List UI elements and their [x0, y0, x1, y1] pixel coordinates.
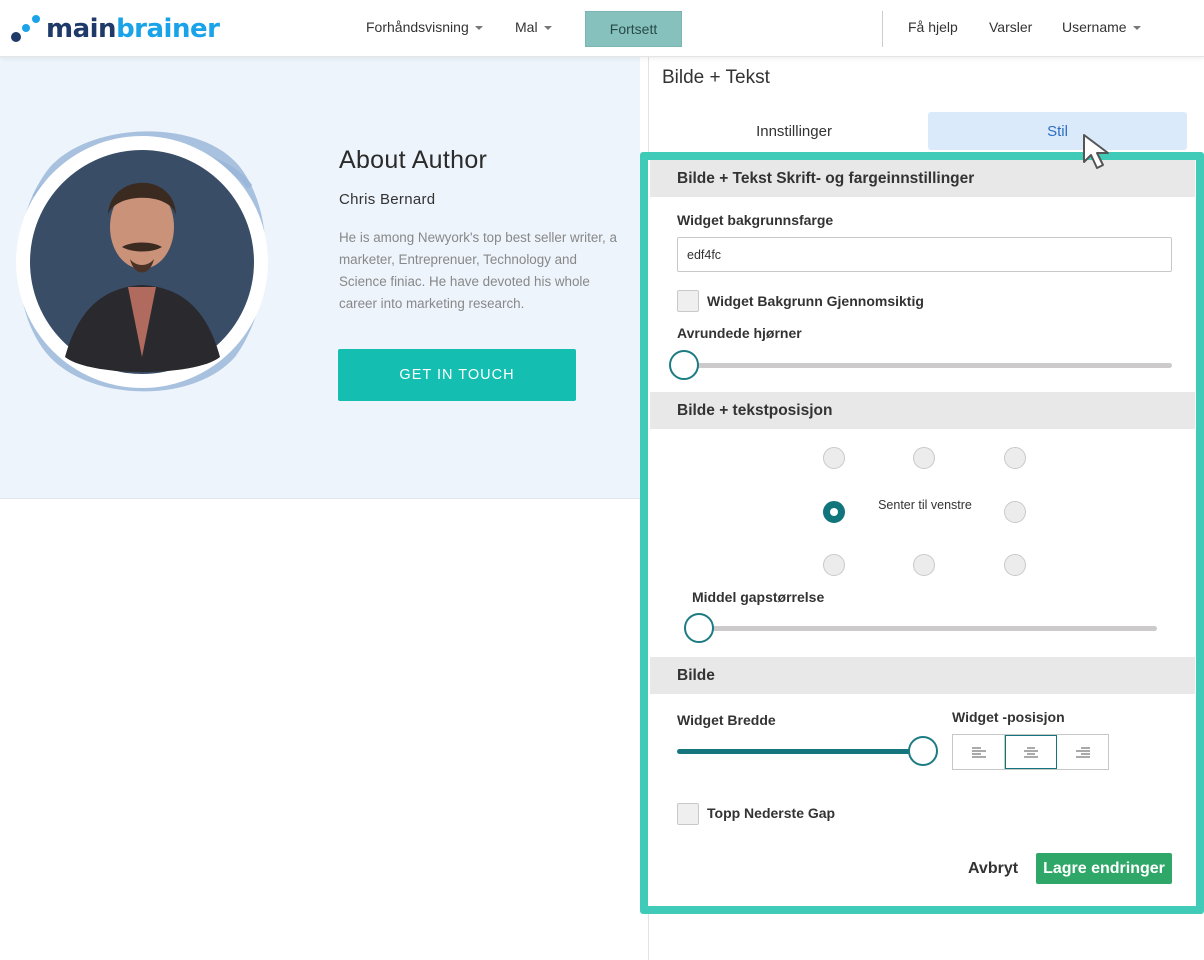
position-top-left-radio[interactable] — [823, 447, 845, 469]
section-position-heading: Bilde + tekstposisjon — [650, 392, 1195, 429]
rounded-corners-slider-handle[interactable] — [669, 350, 699, 380]
transparent-bg-checkbox[interactable] — [677, 290, 699, 312]
nav-divider — [882, 11, 883, 47]
widget-width-label: Widget Bredde — [677, 712, 776, 728]
align-left-button[interactable] — [953, 735, 1005, 769]
align-center-icon — [1023, 747, 1038, 758]
widget-position-label: Widget -posisjon — [952, 709, 1065, 725]
alerts-link[interactable]: Varsler — [989, 19, 1032, 35]
mouse-pointer-icon — [1083, 134, 1109, 169]
top-navigation-bar: mainbrainer Forhåndsvisning Mal Fortsett… — [0, 0, 1204, 57]
top-bottom-gap-checkbox[interactable] — [677, 803, 699, 825]
rounded-corners-label: Avrundede hjørner — [677, 325, 802, 341]
widget-width-slider[interactable] — [677, 749, 923, 754]
position-bottom-right-radio[interactable] — [1004, 554, 1026, 576]
rounded-corners-slider[interactable] — [683, 363, 1172, 368]
bg-color-label: Widget bakgrunnsfarge — [677, 212, 834, 228]
nav-preview-dropdown[interactable]: Forhåndsvisning — [366, 19, 483, 35]
section-image-heading: Bilde — [650, 657, 1195, 694]
top-bottom-gap-label: Topp Nederste Gap — [707, 805, 836, 821]
align-right-icon — [1075, 747, 1090, 758]
panel-title: Bilde + Tekst — [662, 67, 770, 88]
save-changes-button[interactable]: Lagre endringer — [1036, 853, 1172, 884]
widget-position-group — [952, 734, 1109, 770]
username-label: Username — [1062, 19, 1127, 35]
get-in-touch-button[interactable]: GET IN TOUCH — [338, 349, 576, 401]
position-bottom-left-radio[interactable] — [823, 554, 845, 576]
cancel-button[interactable]: Avbryt — [960, 857, 1026, 881]
author-name: Chris Bernard — [339, 191, 436, 208]
align-center-button[interactable] — [1005, 735, 1057, 769]
position-bottom-center-radio[interactable] — [913, 554, 935, 576]
chevron-down-icon — [1132, 26, 1141, 31]
author-heading: About Author — [339, 146, 488, 174]
transparent-bg-label: Widget Bakgrunn Gjennomsiktig — [707, 293, 924, 309]
nav-preview-label: Forhåndsvisning — [366, 19, 469, 35]
nav-template-dropdown[interactable]: Mal — [515, 19, 552, 35]
author-photo-image — [16, 131, 268, 392]
chevron-down-icon — [543, 26, 552, 31]
help-link[interactable]: Få hjelp — [908, 19, 958, 35]
logo-dots-icon — [11, 15, 40, 42]
nav-template-label: Mal — [515, 19, 538, 35]
position-top-right-radio[interactable] — [1004, 447, 1026, 469]
middle-gap-label: Middel gapstørrelse — [692, 589, 825, 605]
align-right-button[interactable] — [1057, 735, 1108, 769]
bg-color-input[interactable]: edf4fc — [677, 237, 1172, 272]
align-left-icon — [971, 747, 986, 758]
middle-gap-slider-handle[interactable] — [684, 613, 714, 643]
user-menu-dropdown[interactable]: Username — [1062, 19, 1141, 35]
middle-gap-slider[interactable] — [698, 626, 1157, 631]
author-avatar — [10, 127, 275, 397]
tab-settings[interactable]: Innstillinger — [663, 112, 925, 150]
position-top-center-radio[interactable] — [913, 447, 935, 469]
author-description: He is among Newyork's top best seller wr… — [339, 230, 617, 311]
logo-wordmark: mainbrainer — [46, 14, 220, 44]
widget-preview: About Author Chris Bernard He is among N… — [0, 57, 640, 499]
widget-width-slider-handle[interactable] — [908, 736, 938, 766]
position-middle-left-radio[interactable] — [823, 501, 845, 523]
position-middle-right-radio[interactable] — [1004, 501, 1026, 523]
chevron-down-icon — [474, 26, 483, 31]
tab-style[interactable]: Stil — [928, 112, 1187, 150]
position-selected-label: Senter til venstre — [878, 498, 972, 512]
continue-button[interactable]: Fortsett — [585, 11, 682, 47]
